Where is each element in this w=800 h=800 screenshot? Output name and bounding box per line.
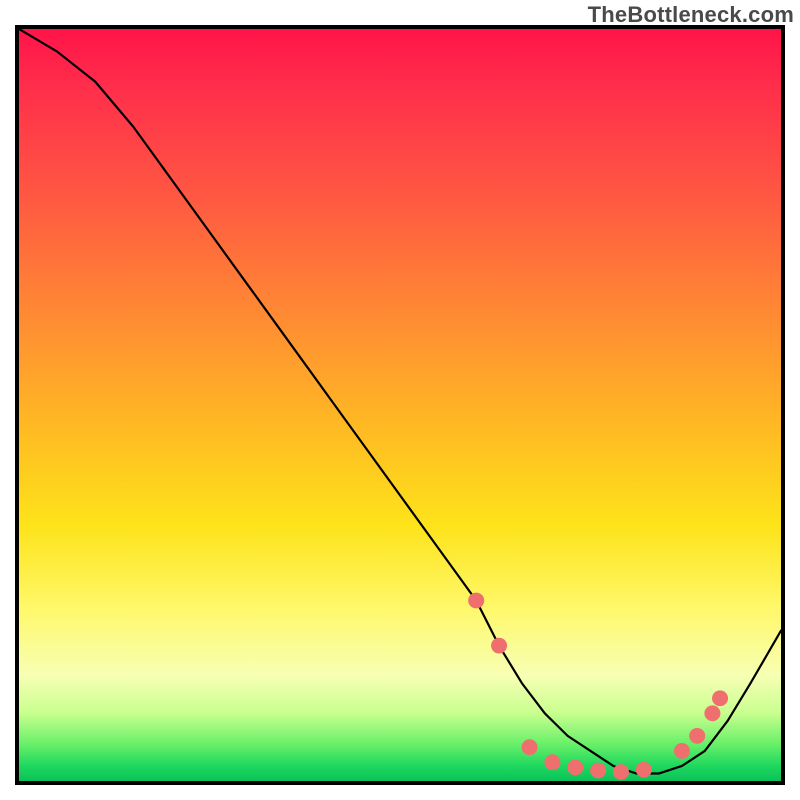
bottleneck-curve-path [19,29,781,773]
curve-marker [613,764,629,780]
marker-group [468,593,728,780]
curve-marker [544,754,560,770]
curve-marker [712,690,728,706]
curve-marker [522,739,538,755]
curve-svg [19,29,781,781]
curve-marker [704,705,720,721]
curve-marker [674,743,690,759]
curve-marker [636,762,652,778]
chart-stage: TheBottleneck.com [0,0,800,800]
curve-marker [567,760,583,776]
curve-marker [590,763,606,779]
curve-marker [468,593,484,609]
curve-marker [689,728,705,744]
plot-area [15,25,785,785]
curve-marker [491,638,507,654]
